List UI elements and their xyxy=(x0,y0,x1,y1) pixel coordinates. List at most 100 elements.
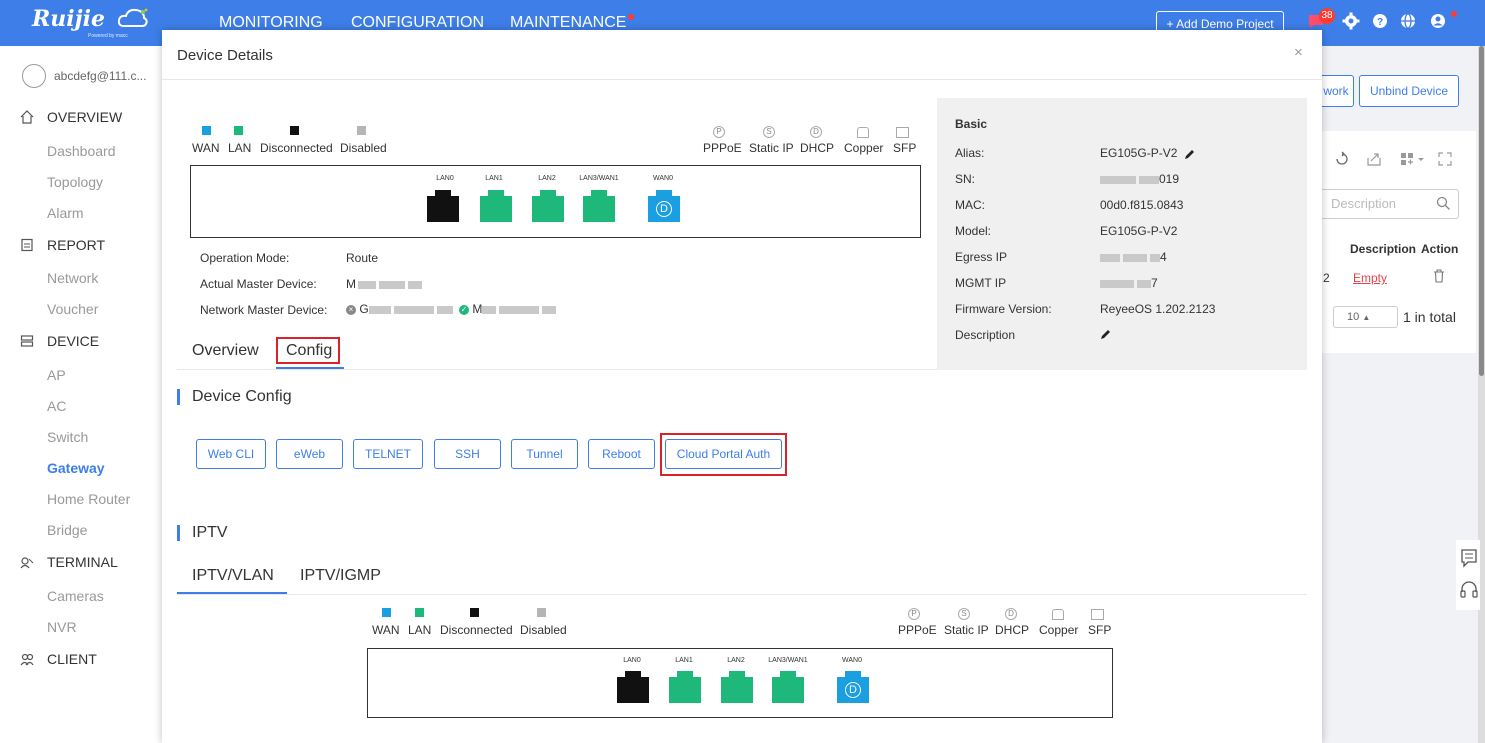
sidebar-section-report-label: REPORT xyxy=(47,237,106,253)
page-size-value: 10 xyxy=(1347,311,1360,323)
model-value: EG105G-P-V2 xyxy=(1100,224,1178,238)
edit-pencil-icon[interactable] xyxy=(1184,148,1196,160)
notification-count-badge: 38 xyxy=(1319,8,1335,24)
actual-master-value: M xyxy=(346,277,425,291)
legend-static-ip: Static IP xyxy=(944,623,989,637)
sidebar-section-overview-label: OVERVIEW xyxy=(47,109,123,125)
sn-value: 019 xyxy=(1100,172,1179,186)
eweb-button[interactable]: eWeb xyxy=(276,439,343,469)
account-name: abcdefg@111.c... xyxy=(54,69,147,83)
redacted-text xyxy=(482,305,497,314)
page-size-select[interactable]: 10 ▲ xyxy=(1333,306,1398,328)
columns-settings-icon[interactable] xyxy=(1400,151,1428,167)
mgmt-ip-text: 7 xyxy=(1151,276,1158,290)
alias-label: Alias: xyxy=(955,146,985,160)
port-label-lan3-wan1: LAN3/WAN1 xyxy=(768,657,808,664)
sidebar-item-network[interactable]: Network xyxy=(47,270,98,286)
iptv-port-lan1[interactable] xyxy=(669,671,701,703)
tab-overview[interactable]: Overview xyxy=(192,342,259,360)
port-lan2[interactable] xyxy=(532,190,564,222)
sidebar-item-bridge[interactable]: Bridge xyxy=(47,522,87,538)
telnet-button[interactable]: TELNET xyxy=(353,439,423,469)
page-scrollbar-thumb[interactable] xyxy=(1479,46,1484,376)
redacted-text xyxy=(499,305,540,314)
port-wan0[interactable]: D xyxy=(648,190,680,222)
iptv-port-lan0[interactable] xyxy=(617,671,649,703)
description-label: Description xyxy=(955,328,1016,342)
client-icon xyxy=(20,653,34,666)
operation-mode-label: Operation Mode: xyxy=(200,251,290,265)
user-icon[interactable] xyxy=(1428,11,1448,31)
globe-icon[interactable] xyxy=(1398,11,1418,31)
redacted-text xyxy=(408,280,422,289)
dhcp-badge-icon: D xyxy=(656,201,672,217)
basic-title: Basic xyxy=(955,117,988,131)
help-icon[interactable]: ? xyxy=(1370,11,1390,31)
reboot-button[interactable]: Reboot xyxy=(588,439,655,469)
tab-iptv-vlan[interactable]: IPTV/VLAN xyxy=(192,567,274,585)
sidebar-item-nvr[interactable]: NVR xyxy=(47,619,77,635)
sidebar-item-dashboard[interactable]: Dashboard xyxy=(47,143,116,159)
iptv-port-lan2[interactable] xyxy=(721,671,753,703)
nav-maintenance-label: MAINTENANCE xyxy=(510,14,627,31)
iptv-port-wan0[interactable]: D xyxy=(837,671,869,703)
sidebar-item-switch[interactable]: Switch xyxy=(47,429,88,445)
delete-icon[interactable] xyxy=(1433,269,1445,283)
unbind-device-button[interactable]: Unbind Device xyxy=(1359,75,1459,107)
redacted-text xyxy=(1150,253,1160,262)
description-empty-link[interactable]: Empty xyxy=(1353,271,1387,285)
web-cli-button[interactable]: Web CLI xyxy=(196,439,266,469)
port-lan0[interactable] xyxy=(427,190,459,222)
sfp-mode-icon xyxy=(1091,609,1104,620)
port-label-lan1: LAN1 xyxy=(485,175,503,182)
redacted-text xyxy=(436,305,453,314)
fullscreen-icon[interactable] xyxy=(1437,151,1453,167)
tab-iptv-igmp[interactable]: IPTV/IGMP xyxy=(300,567,381,585)
close-icon[interactable]: × xyxy=(1294,44,1303,61)
search-icon[interactable] xyxy=(1436,196,1451,211)
sidebar-item-ac[interactable]: AC xyxy=(47,398,66,414)
sidebar-item-alarm[interactable]: Alarm xyxy=(47,205,84,221)
port-label-wan0: WAN0 xyxy=(842,657,862,664)
edit-pencil-icon[interactable] xyxy=(1100,328,1112,340)
legend-sfp: SFP xyxy=(1088,623,1112,637)
actual-master-label: Actual Master Device: xyxy=(200,277,317,291)
port-lan3-wan1[interactable] xyxy=(583,190,615,222)
sidebar-item-home-router[interactable]: Home Router xyxy=(47,491,130,507)
sidebar-item-voucher[interactable]: Voucher xyxy=(47,301,98,317)
column-header-description: Description xyxy=(1350,242,1417,256)
network-master-b: M xyxy=(472,302,483,316)
refresh-icon[interactable] xyxy=(1334,151,1350,167)
wan-legend-swatch xyxy=(382,608,391,617)
mgmt-ip-label: MGMT IP xyxy=(955,276,1007,290)
device-details-modal: Device Details × WAN LAN Disconnected Di… xyxy=(162,30,1322,743)
sidebar-item-topology[interactable]: Topology xyxy=(47,174,103,190)
tunnel-button[interactable]: Tunnel xyxy=(511,439,578,469)
gear-icon[interactable] xyxy=(1341,11,1361,31)
feedback-icon[interactable] xyxy=(1460,548,1478,568)
sidebar-item-ap[interactable]: AP xyxy=(47,367,66,383)
chevron-up-icon: ▲ xyxy=(1362,313,1371,322)
ssh-button[interactable]: SSH xyxy=(434,439,501,469)
sidebar-item-cameras[interactable]: Cameras xyxy=(47,588,104,604)
support-headset-icon[interactable] xyxy=(1460,580,1478,600)
iptv-port-lan3-wan1[interactable] xyxy=(772,671,804,703)
port-lan1[interactable] xyxy=(480,190,512,222)
redacted-text xyxy=(1100,253,1120,262)
export-icon[interactable] xyxy=(1366,151,1382,167)
terminal-icon xyxy=(20,557,34,569)
port-label-lan2: LAN2 xyxy=(727,657,745,664)
legend-dhcp: DHCP xyxy=(995,623,1030,637)
redacted-text xyxy=(1139,175,1159,184)
disabled-legend-swatch xyxy=(537,608,546,617)
account-selector[interactable]: abcdefg@111.c... xyxy=(22,60,157,92)
background-network-button[interactable]: work xyxy=(1318,75,1354,107)
model-label: Model: xyxy=(955,224,992,238)
egress-ip-label: Egress IP xyxy=(955,250,1008,264)
modal-title: Device Details xyxy=(177,47,273,64)
sidebar-item-gateway[interactable]: Gateway xyxy=(47,460,105,476)
firmware-value: ReyeeOS 1.202.2123 xyxy=(1100,302,1216,316)
ruijie-logo[interactable]: Ruijie xyxy=(32,6,105,32)
port-label-lan3-wan1: LAN3/WAN1 xyxy=(579,175,619,182)
alias-value: EG105G-P-V2 xyxy=(1100,146,1196,160)
